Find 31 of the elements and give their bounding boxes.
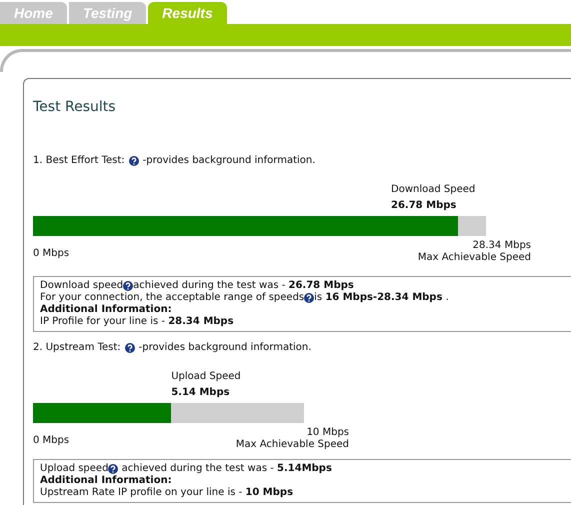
max-value: 28.34 Mbps bbox=[472, 240, 531, 252]
min-label: 0 Mbps bbox=[33, 435, 70, 448]
info-text: Download speed bbox=[40, 280, 124, 292]
help-icon[interactable] bbox=[108, 464, 118, 474]
info-text: is 16 Mbps-28.34 Mbps . bbox=[314, 292, 449, 304]
max-label: Max Achievable Speed bbox=[236, 439, 349, 451]
speed-label: Download Speed bbox=[391, 183, 476, 197]
max-value: 10 Mbps bbox=[306, 427, 349, 439]
test-heading: 2. Upstream Test: bbox=[33, 342, 121, 353]
min-label: 0 Mbps bbox=[33, 248, 70, 261]
info-text: IP Profile for your line is - 28.34 Mbps bbox=[40, 316, 234, 328]
max-label: Max Achievable Speed bbox=[418, 252, 531, 264]
speed-value: 5.14 Mbps bbox=[171, 386, 231, 400]
test-heading: 1. Best Effort Test: bbox=[33, 155, 125, 166]
nav-tab[interactable]: Results bbox=[148, 2, 227, 24]
info-text: achieved during the test was - 5.14Mbps bbox=[120, 463, 332, 475]
help-icon[interactable] bbox=[124, 342, 135, 352]
help-icon[interactable] bbox=[123, 281, 134, 291]
test-note: -provides background information. bbox=[142, 155, 316, 166]
info-text: Additional Information: bbox=[40, 475, 172, 487]
info-text: For your connection, the acceptable range of speeds bbox=[40, 292, 304, 304]
info-text: Upload speed bbox=[40, 463, 108, 475]
info-text: Upstream Rate IP profile on your line is - 10 Mbps bbox=[40, 487, 294, 499]
speed-label: Upload Speed bbox=[171, 370, 242, 384]
help-icon[interactable] bbox=[128, 156, 139, 166]
panel-title: Test Results bbox=[33, 99, 117, 115]
info-text: achieved during the test was - 26.78 Mbps bbox=[133, 280, 354, 292]
help-icon[interactable] bbox=[304, 293, 314, 303]
speed-value: 26.78 Mbps bbox=[391, 199, 458, 213]
test-note: -provides background information. bbox=[138, 342, 312, 353]
info-text: Additional Information: bbox=[40, 304, 172, 316]
